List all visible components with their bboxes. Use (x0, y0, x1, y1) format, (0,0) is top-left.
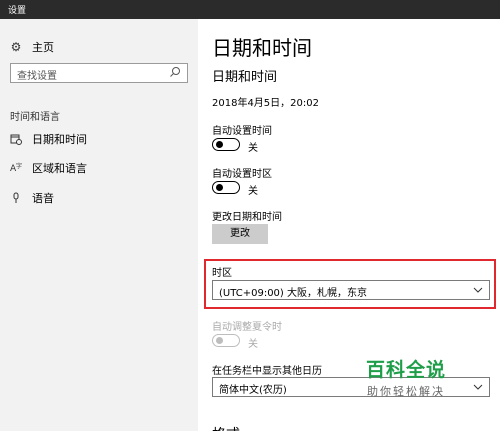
toggle-knob (216, 141, 223, 148)
language-icon: A 字 (10, 162, 22, 174)
search-input[interactable]: 查找设置 (10, 63, 188, 83)
sidebar-item-label: 日期和时间 (32, 133, 87, 146)
auto-timezone-state: 关 (248, 186, 258, 197)
auto-timezone-toggle[interactable] (212, 181, 240, 194)
current-datetime: 2018年4月5日，20:02 (212, 98, 319, 109)
auto-time-state: 关 (248, 143, 258, 154)
auto-time-label: 自动设置时间 (212, 126, 272, 137)
window-title: 设置 (8, 6, 27, 16)
change-datetime-label: 更改日期和时间 (212, 212, 282, 223)
page-title: 日期和时间 (212, 36, 312, 60)
calendar-label: 在任务栏中显示其他日历 (212, 366, 322, 377)
sidebar: ⚙ 主页 查找设置 时间和语言 日期和时间 A 字 区域和语言 语音 (0, 19, 198, 431)
calendar-value: 简体中文(农历) (219, 385, 287, 396)
timezone-value: (UTC+09:00) 大阪，札幌，东京 (219, 288, 368, 299)
partial-heading: 格式 (212, 424, 240, 431)
home-label: 主页 (32, 41, 54, 54)
search-placeholder: 查找设置 (17, 71, 57, 82)
timezone-dropdown[interactable]: (UTC+09:00) 大阪，札幌，东京 (212, 280, 490, 300)
main-content: 日期和时间 日期和时间 2018年4月5日，20:02 自动设置时间 关 自动设… (198, 19, 500, 431)
chevron-down-icon (473, 287, 483, 293)
dst-label: 自动调整夏令时 (212, 322, 282, 333)
search-icon (170, 67, 180, 77)
sidebar-item-speech[interactable]: 语音 (10, 190, 54, 206)
chevron-down-icon (473, 384, 483, 390)
section-title: 时间和语言 (10, 112, 60, 123)
toggle-knob (216, 337, 223, 344)
svg-text:字: 字 (16, 162, 22, 170)
sidebar-item-date-time[interactable]: 日期和时间 (10, 131, 87, 147)
title-bar: 设置 (0, 0, 500, 19)
sidebar-item-region-language[interactable]: A 字 区域和语言 (10, 160, 87, 176)
section-heading: 日期和时间 (212, 70, 278, 85)
watermark: 百科全说 助你轻松解决 (366, 355, 446, 399)
auto-timezone-label: 自动设置时区 (212, 169, 272, 180)
calendar-dropdown[interactable]: 简体中文(农历) (212, 377, 490, 397)
watermark-sub: 助你轻松解决 (367, 385, 445, 398)
sidebar-item-label: 语音 (32, 192, 54, 205)
change-button[interactable]: 更改 (212, 224, 268, 244)
dst-toggle[interactable] (212, 334, 240, 347)
microphone-icon (13, 192, 19, 203)
sidebar-home[interactable]: ⚙ 主页 (10, 39, 54, 55)
auto-time-toggle[interactable] (212, 138, 240, 151)
gear-icon: ⚙ (10, 40, 22, 54)
calendar-clock-icon (10, 134, 22, 145)
toggle-knob (216, 184, 223, 191)
watermark-main: 百科全说 (366, 359, 447, 381)
dst-state: 关 (248, 339, 258, 350)
timezone-label: 时区 (212, 268, 232, 279)
sidebar-item-label: 区域和语言 (32, 162, 87, 175)
